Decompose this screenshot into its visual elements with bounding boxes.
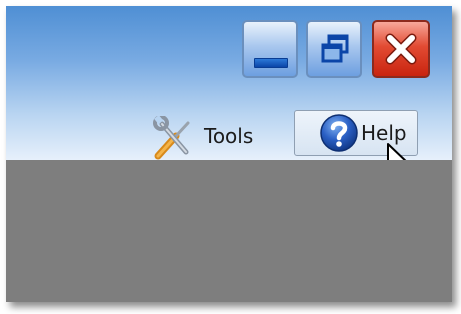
window-content-area bbox=[6, 160, 452, 302]
minimize-button[interactable] bbox=[242, 20, 298, 78]
tools-label: Tools bbox=[204, 124, 254, 148]
screenshot-stage: Tools Help bbox=[0, 0, 461, 314]
restore-button[interactable] bbox=[306, 20, 362, 78]
tools-icon bbox=[153, 116, 190, 160]
tools-button[interactable]: Tools bbox=[146, 112, 268, 160]
close-button[interactable] bbox=[372, 20, 430, 78]
help-icon bbox=[320, 114, 358, 152]
application-window: Tools Help bbox=[6, 6, 452, 302]
minimize-icon bbox=[254, 58, 288, 68]
restore-icon bbox=[321, 34, 349, 63]
title-bar: Tools Help bbox=[6, 6, 452, 180]
close-icon bbox=[385, 33, 417, 65]
